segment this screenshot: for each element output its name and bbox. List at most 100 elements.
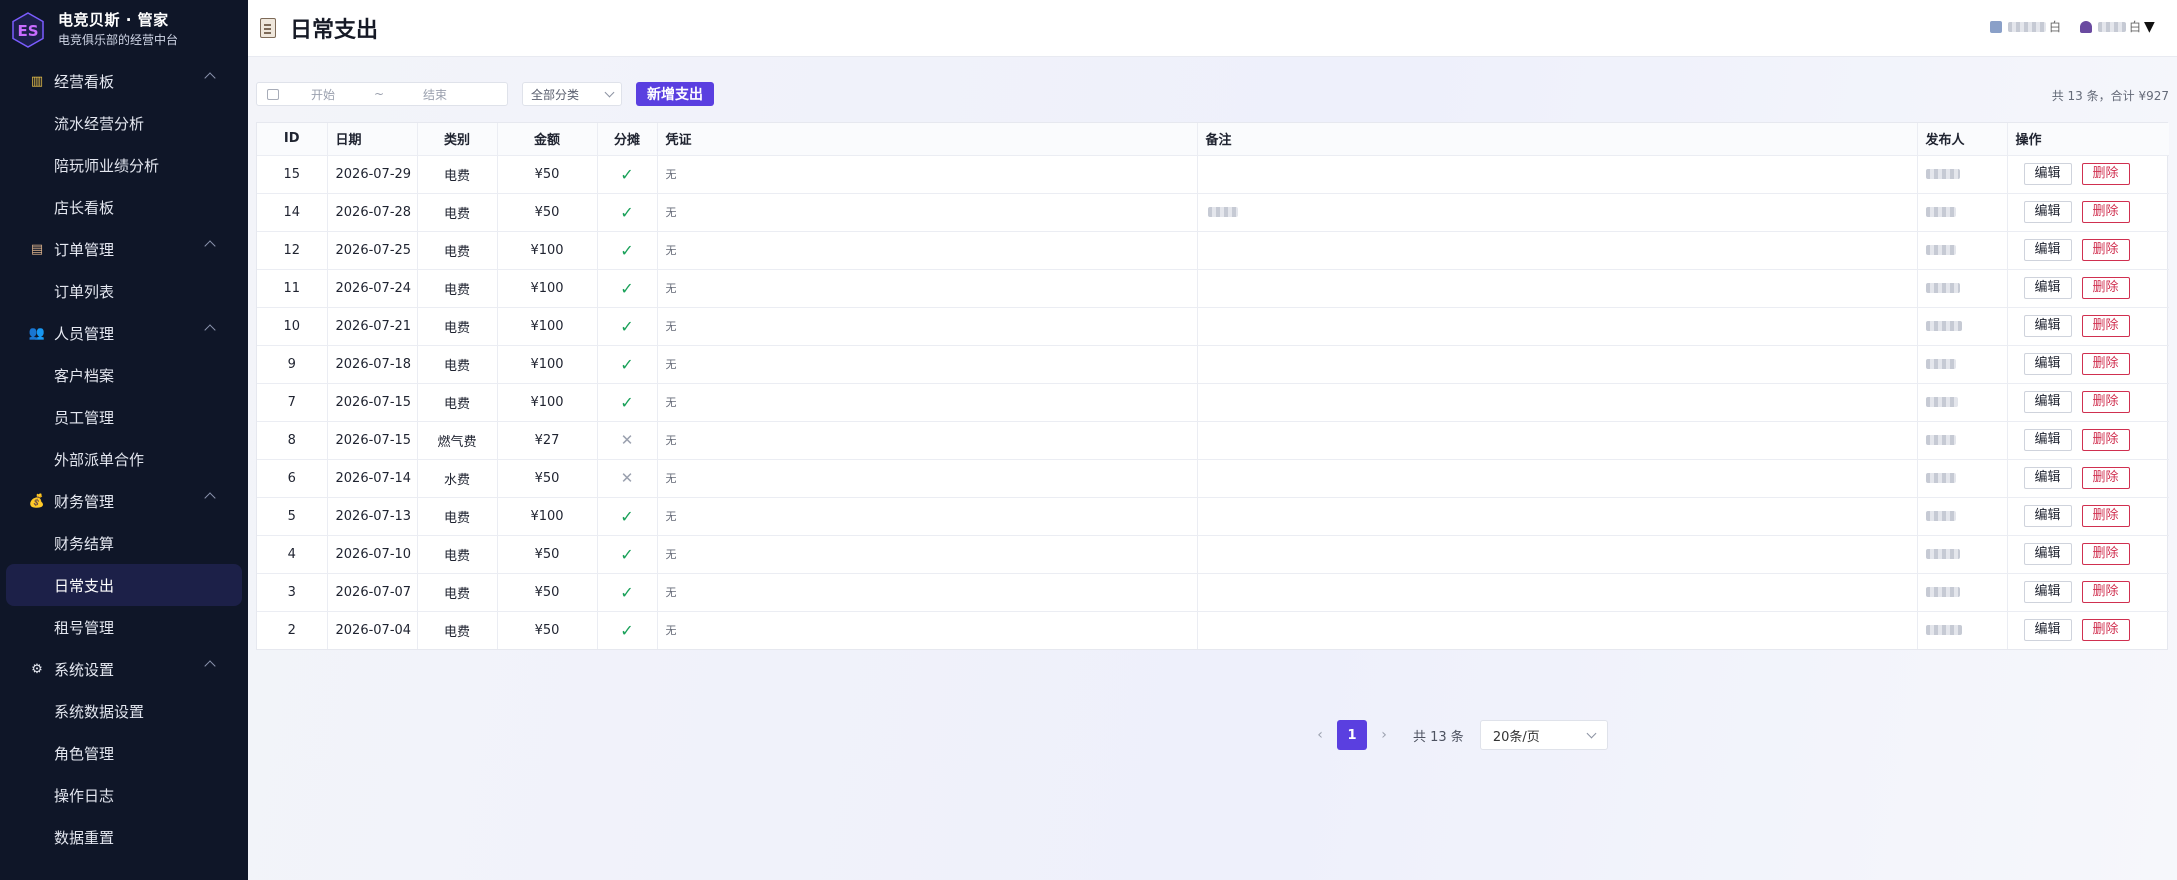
cell-category: 电费 — [417, 231, 498, 270]
cell-date: 2026-07-25 — [327, 231, 418, 270]
edit-button[interactable]: 编辑 — [2023, 277, 2072, 299]
sidebar-item[interactable]: 操作日志 — [0, 774, 248, 816]
sidebar-item[interactable]: 员工管理 — [0, 396, 248, 438]
redacted-store-name — [2008, 21, 2046, 32]
delete-button[interactable]: 删除 — [2081, 239, 2130, 261]
edit-button[interactable]: 编辑 — [2023, 315, 2072, 337]
redacted-publisher — [1925, 625, 1962, 636]
cell-id: 10 — [257, 307, 328, 346]
sidebar-group-0[interactable]: ▥ 经营看板 — [0, 60, 248, 102]
delete-button[interactable]: 删除 — [2081, 619, 2130, 642]
dropdown-triangle-icon[interactable]: ▼ — [2144, 19, 2155, 35]
delete-button[interactable]: 删除 — [2081, 467, 2130, 489]
edit-button[interactable]: 编辑 — [2023, 201, 2072, 223]
cell-remark — [1197, 497, 1918, 536]
cell-shared: ✕ — [597, 459, 658, 498]
delete-button[interactable]: 删除 — [2081, 277, 2130, 299]
delete-button[interactable]: 删除 — [2081, 505, 2130, 527]
cell-category: 电费 — [417, 155, 498, 194]
sidebar-item[interactable]: 店长看板 — [0, 186, 248, 228]
cell-amount: ¥100 — [497, 497, 598, 536]
delete-button[interactable]: 删除 — [2081, 201, 2130, 223]
sidebar-group-label: 人员管理 — [54, 324, 115, 343]
check-icon: ✓ — [620, 202, 634, 222]
delete-button[interactable]: 删除 — [2081, 543, 2130, 565]
next-page-icon[interactable]: › — [1369, 720, 1399, 750]
sidebar-item[interactable]: 租号管理 — [0, 606, 248, 648]
cell-voucher: 无 — [657, 535, 1198, 574]
check-icon: ✓ — [620, 582, 634, 602]
building-icon — [1990, 20, 2002, 33]
cell-voucher: 无 — [657, 307, 1198, 346]
sidebar-item[interactable]: 陪玩师业绩分析 — [0, 144, 248, 186]
table-header-row: ID 日期 类别 金额 分摊 凭证 备注 发布人 操作 — [257, 123, 2169, 156]
page-title-text: 日常支出 — [290, 18, 379, 43]
cell-category: 电费 — [417, 573, 498, 612]
col-header-id: ID — [257, 123, 328, 156]
end-date-input[interactable]: 结束 — [415, 86, 455, 103]
edit-button[interactable]: 编辑 — [2023, 505, 2072, 527]
start-date-input[interactable]: 开始 — [303, 86, 343, 103]
cell-actions: 编辑 删除 — [2007, 459, 2169, 498]
logo-icon: ES — [12, 12, 44, 48]
cell-shared: ✓ — [597, 497, 658, 536]
sidebar-group-3[interactable]: 💰 财务管理 — [0, 480, 248, 522]
date-range-picker[interactable]: 开始 ~ 结束 — [256, 82, 508, 106]
edit-button[interactable]: 编辑 — [2023, 619, 2072, 642]
add-expense-button[interactable]: 新增支出 — [636, 82, 714, 106]
sidebar-item[interactable]: 日常支出 — [6, 564, 242, 606]
edit-button[interactable]: 编辑 — [2023, 391, 2072, 413]
voucher-text: 无 — [665, 320, 677, 333]
cell-remark — [1197, 459, 1918, 498]
delete-button[interactable]: 删除 — [2081, 353, 2130, 375]
category-select[interactable]: 全部分类 — [522, 82, 622, 106]
cell-category: 燃气费 — [417, 421, 498, 460]
check-icon: ✓ — [620, 506, 634, 526]
edit-button[interactable]: 编辑 — [2023, 163, 2072, 185]
sidebar-item[interactable]: 外部派单合作 — [0, 438, 248, 480]
cell-category: 电费 — [417, 307, 498, 346]
col-header-actions: 操作 — [2007, 123, 2169, 156]
page-size-select[interactable]: 20条/页 — [1479, 720, 1608, 750]
sidebar-item[interactable]: 订单列表 — [0, 270, 248, 312]
cell-remark — [1197, 155, 1918, 194]
edit-button[interactable]: 编辑 — [2023, 581, 2072, 603]
store-switcher[interactable]: 白 — [1990, 18, 2061, 35]
range-separator: ~ — [373, 87, 385, 101]
brand[interactable]: ES 电竞贝斯 · 管家 电竞俱乐部的经营中台 — [0, 0, 248, 60]
sidebar-item[interactable]: 流水经营分析 — [0, 102, 248, 144]
redacted-user-name — [2098, 21, 2126, 32]
voucher-text: 无 — [665, 358, 677, 371]
user-icon — [2080, 20, 2092, 33]
delete-button[interactable]: 删除 — [2081, 581, 2130, 603]
cell-shared: ✕ — [597, 421, 658, 460]
cell-voucher: 无 — [657, 611, 1198, 649]
prev-page-icon[interactable]: ‹ — [1305, 720, 1335, 750]
sidebar-item[interactable]: 财务结算 — [0, 522, 248, 564]
edit-button[interactable]: 编辑 — [2023, 543, 2072, 565]
sidebar-item[interactable]: 角色管理 — [0, 732, 248, 774]
delete-button[interactable]: 删除 — [2081, 163, 2130, 185]
cell-actions: 编辑 删除 — [2007, 155, 2169, 194]
header: 日常支出 白 白 ▼ — [248, 0, 2177, 57]
sidebar-group-2[interactable]: 👥 人员管理 — [0, 312, 248, 354]
cell-shared: ✓ — [597, 307, 658, 346]
sidebar-item[interactable]: 系统数据设置 — [0, 690, 248, 732]
sidebar-item[interactable]: 客户档案 — [0, 354, 248, 396]
edit-button[interactable]: 编辑 — [2023, 239, 2072, 261]
delete-button[interactable]: 删除 — [2081, 315, 2130, 337]
edit-button[interactable]: 编辑 — [2023, 429, 2072, 451]
category-select-value: 全部分类 — [531, 87, 580, 102]
delete-button[interactable]: 删除 — [2081, 391, 2130, 413]
delete-button[interactable]: 删除 — [2081, 429, 2130, 451]
cell-shared: ✓ — [597, 193, 658, 232]
cell-date: 2026-07-28 — [327, 193, 418, 232]
cell-voucher: 无 — [657, 231, 1198, 270]
sidebar-item[interactable]: 数据重置 — [0, 816, 248, 858]
edit-button[interactable]: 编辑 — [2023, 353, 2072, 375]
page-1-button[interactable]: 1 — [1337, 720, 1367, 750]
user-menu[interactable]: 白 ▼ — [2080, 18, 2155, 35]
sidebar-group-1[interactable]: ▤ 订单管理 — [0, 228, 248, 270]
sidebar-group-4[interactable]: ⚙ 系统设置 — [0, 648, 248, 690]
edit-button[interactable]: 编辑 — [2023, 467, 2072, 489]
